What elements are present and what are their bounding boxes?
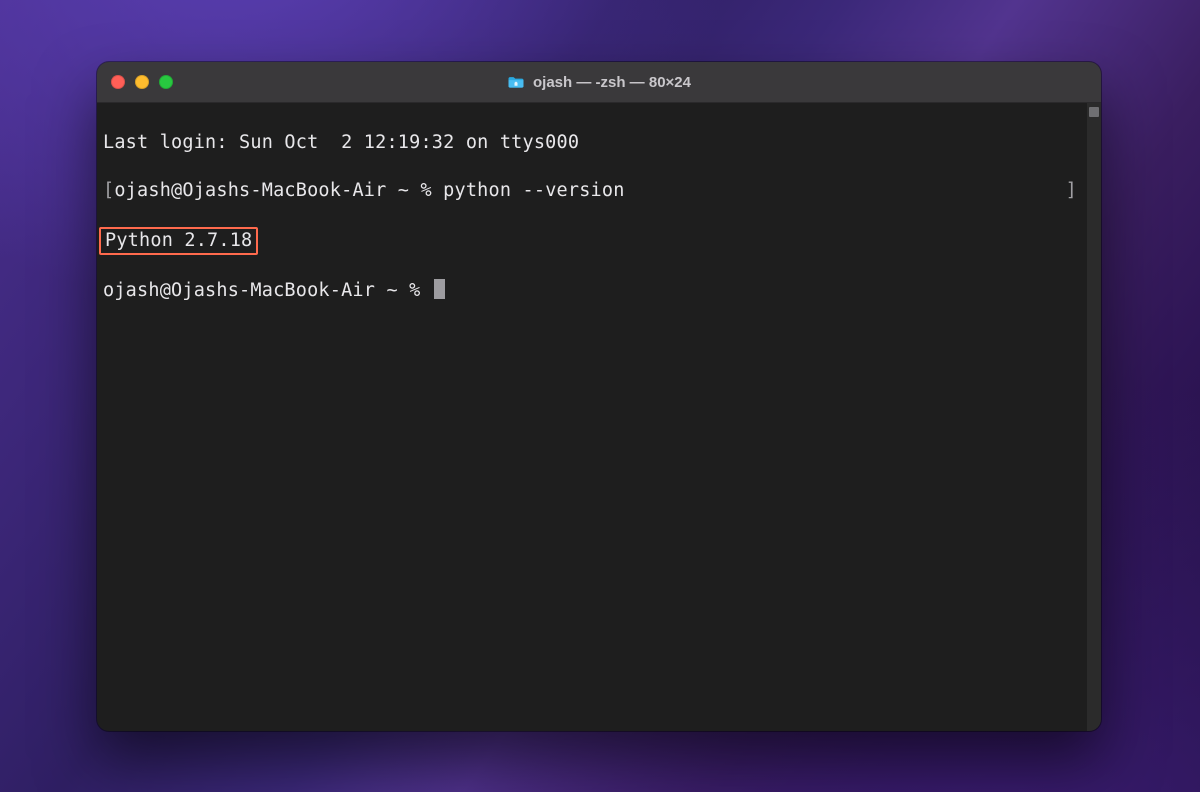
traffic-lights	[111, 75, 173, 89]
close-button[interactable]	[111, 75, 125, 89]
desktop-background: ojash — -zsh — 80×24 Last login: Sun Oct…	[0, 0, 1200, 792]
prompt-1: ojash@Ojashs-MacBook-Air ~ %	[114, 180, 443, 201]
prompt-line-1: [ojash@Ojashs-MacBook-Air ~ % python --v…	[103, 179, 1083, 203]
terminal-cursor	[434, 279, 445, 299]
home-folder-icon	[507, 73, 525, 91]
bracket-open: [	[103, 180, 114, 201]
window-title-text: ojash — -zsh — 80×24	[533, 74, 691, 91]
minimize-button[interactable]	[135, 75, 149, 89]
title-bar[interactable]: ojash — -zsh — 80×24	[97, 62, 1101, 103]
prompt-2: ojash@Ojashs-MacBook-Air ~ %	[103, 280, 432, 301]
output-line: Python 2.7.18	[103, 227, 1083, 255]
terminal-content[interactable]: Last login: Sun Oct 2 12:19:32 on ttys00…	[97, 103, 1087, 731]
bracket-close: ]	[1066, 179, 1077, 203]
maximize-button[interactable]	[159, 75, 173, 89]
command-1: python --version	[443, 180, 624, 201]
terminal-scrollbar[interactable]	[1087, 103, 1101, 731]
prompt-line-2: ojash@Ojashs-MacBook-Air ~ %	[103, 279, 1083, 303]
terminal-window: ojash — -zsh — 80×24 Last login: Sun Oct…	[97, 62, 1101, 731]
python-version-output: Python 2.7.18	[99, 227, 258, 255]
last-login-line: Last login: Sun Oct 2 12:19:32 on ttys00…	[103, 131, 1083, 155]
window-title: ojash — -zsh — 80×24	[97, 73, 1101, 91]
